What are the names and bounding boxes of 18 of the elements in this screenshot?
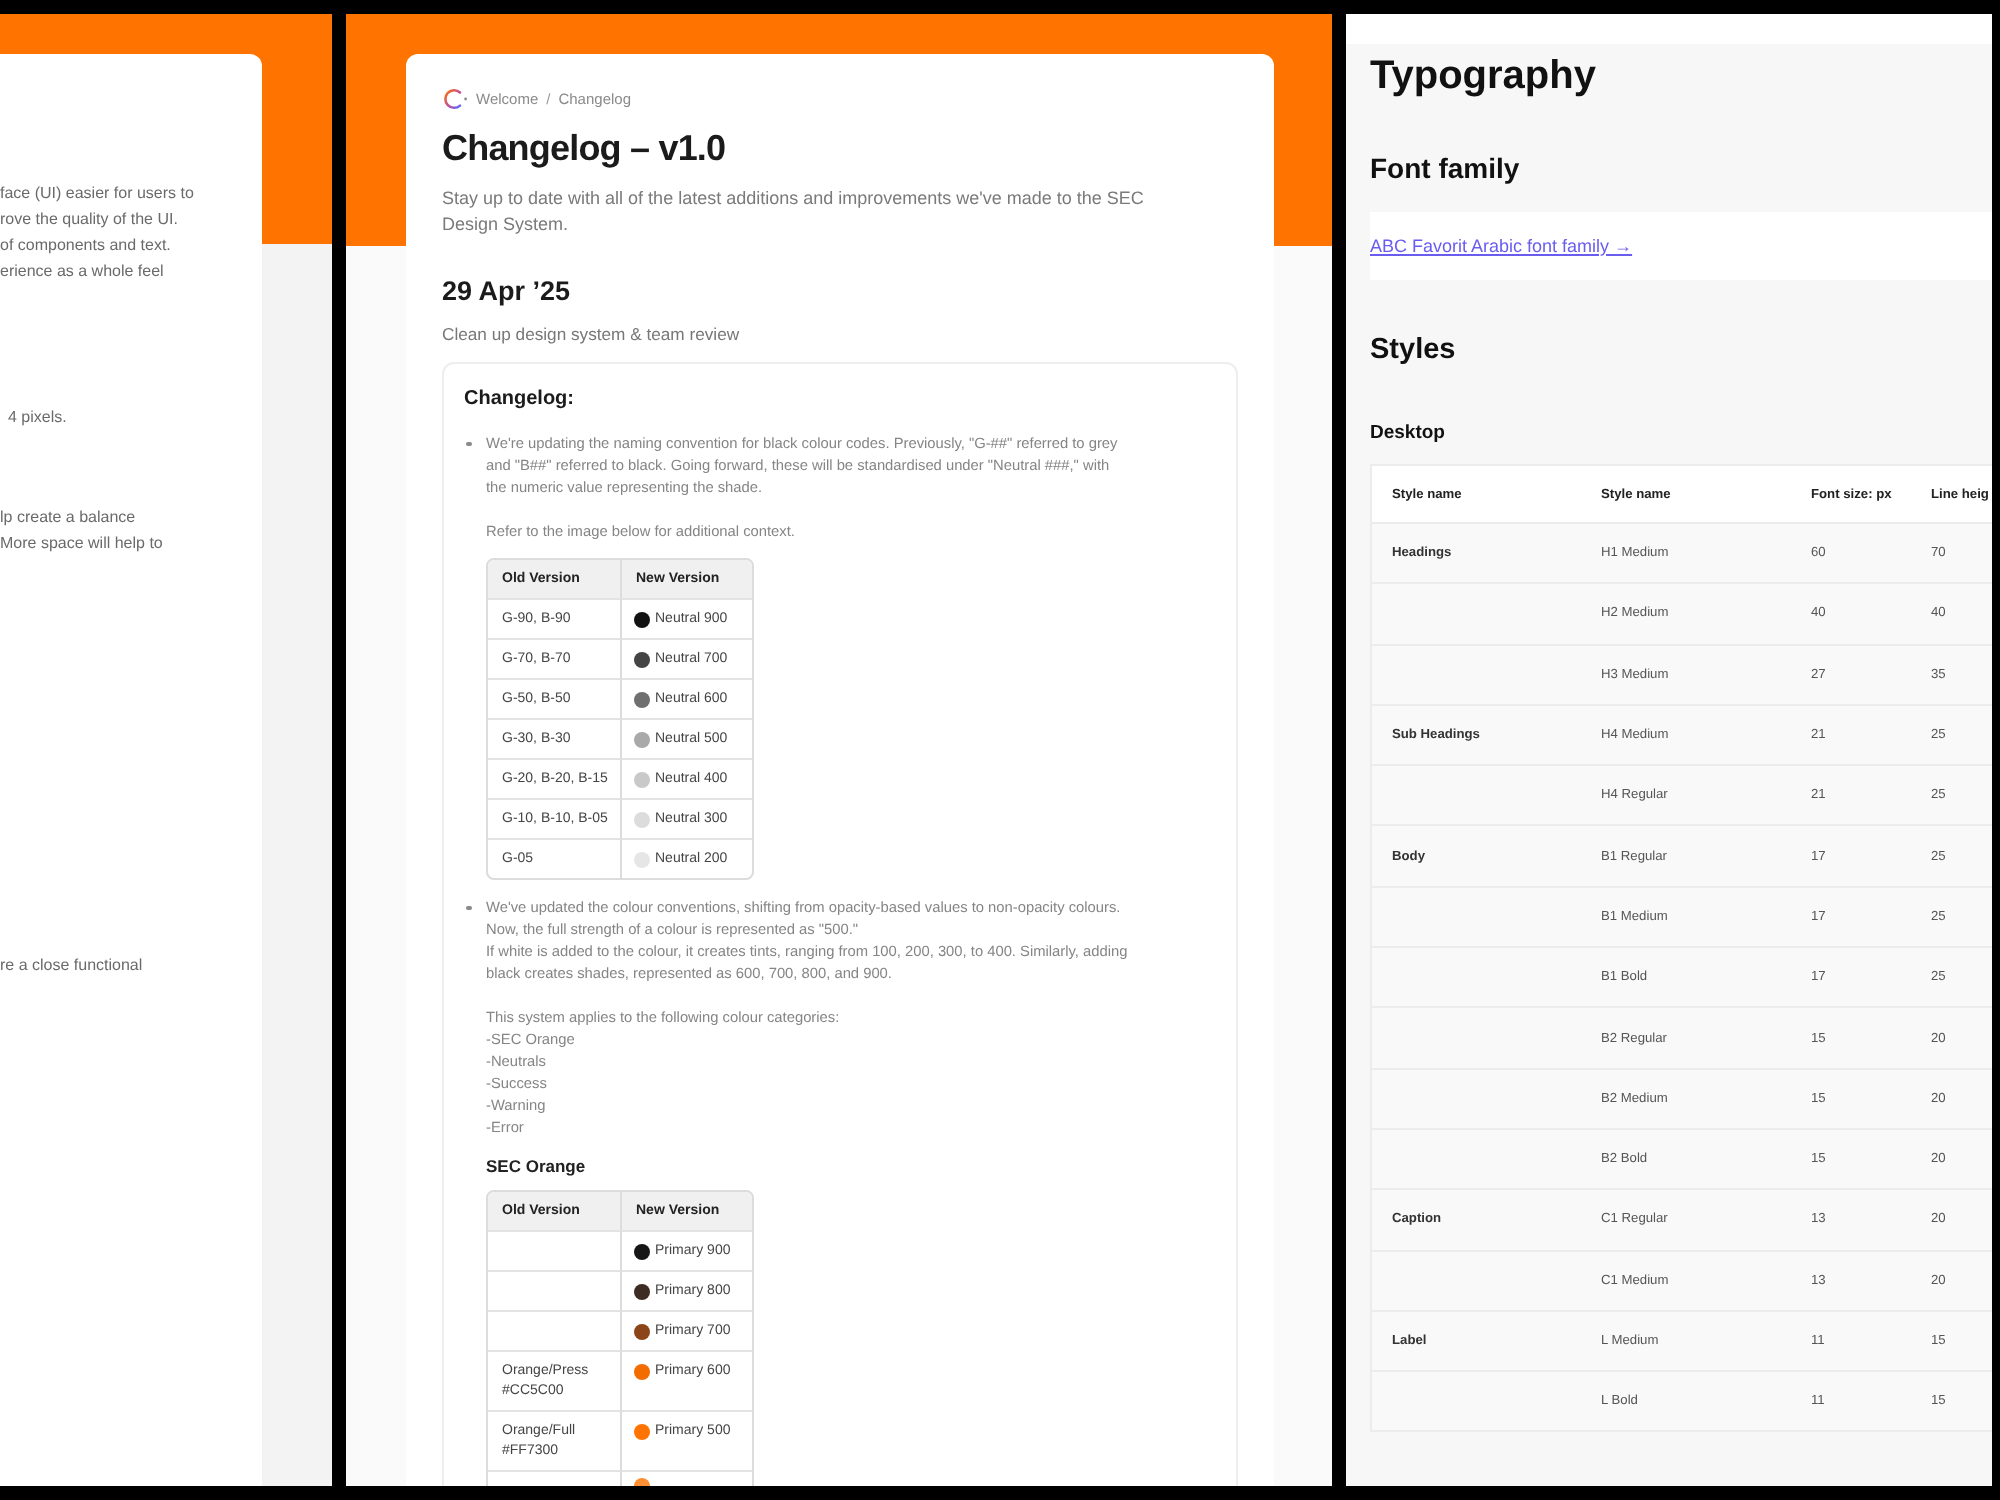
box-heading: Changelog: [464,386,576,414]
paragraph-text: re a close functional [0,954,145,978]
paragraph-text: face (UI) easier for users to rove the quality of the UI. of components and text. erience as a whole feel [0,182,196,284]
ring-logo-icon [442,88,468,110]
paragraph-text: lp create a balance More space will help to [0,506,165,556]
paragraph-text: 4 pixels. [6,406,69,430]
page-title: Changelog – v1.0 [442,126,728,172]
page-title: Typography [1370,52,1598,100]
summary-text: Clean up design system & team review [442,322,742,346]
subsection-heading: Desktop [1370,422,1447,446]
table-title: SEC Orange [486,1154,588,1178]
bullet-icon [466,905,471,910]
bullet-icon [466,441,471,446]
section-heading: Styles [1370,332,1458,368]
subtitle-text: Stay up to date with all of the latest additions and improvements we've made to the SEC Design System. [442,186,1146,238]
section-heading: Font family [1370,150,1522,186]
font-family-link[interactable]: ABC Favorit Arabic font family → [1370,236,1633,256]
date-heading: 29 Apr ’25 [442,274,573,310]
